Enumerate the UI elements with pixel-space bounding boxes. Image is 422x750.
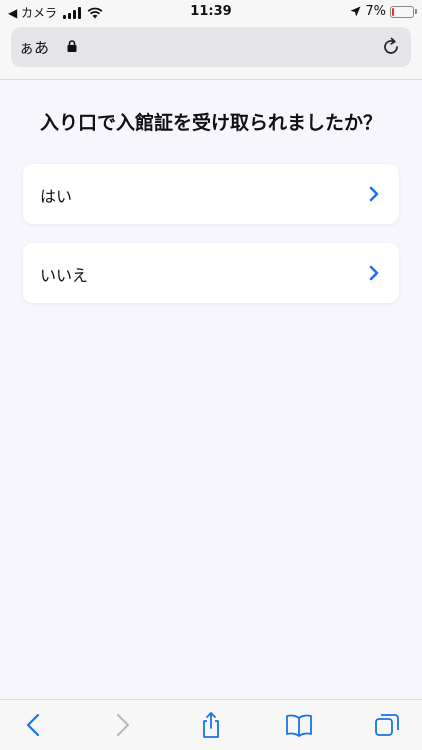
share-icon[interactable] — [197, 712, 225, 738]
status-bar: ◀ カメラ 11:39 7% — [0, 0, 422, 24]
chevron-right-icon — [369, 186, 379, 202]
address-bar-container: ぁあ — [0, 24, 422, 80]
status-right: 7% — [350, 4, 417, 19]
option-yes-button[interactable]: はい — [23, 164, 399, 224]
option-label: いいえ — [40, 266, 89, 285]
battery-icon — [390, 5, 417, 18]
battery-percentage: 7% — [365, 4, 386, 19]
forward-icon[interactable] — [108, 712, 136, 738]
back-icon[interactable] — [20, 712, 48, 738]
text-size-button[interactable]: ぁあ — [19, 37, 49, 58]
reload-icon[interactable] — [381, 37, 401, 57]
page-question: 入り口で入館証を受け取られましたか？ — [39, 112, 382, 134]
battery-level — [392, 7, 394, 16]
option-no-button[interactable]: いいえ — [23, 243, 399, 303]
chevron-right-icon — [369, 265, 379, 281]
location-arrow-icon — [350, 6, 361, 17]
tabs-icon[interactable] — [373, 712, 401, 738]
bottom-toolbar — [0, 699, 422, 750]
address-bar[interactable]: ぁあ — [11, 27, 411, 67]
lock-icon — [67, 40, 77, 52]
bookmarks-icon[interactable] — [285, 712, 313, 738]
option-label: はい — [40, 187, 73, 206]
